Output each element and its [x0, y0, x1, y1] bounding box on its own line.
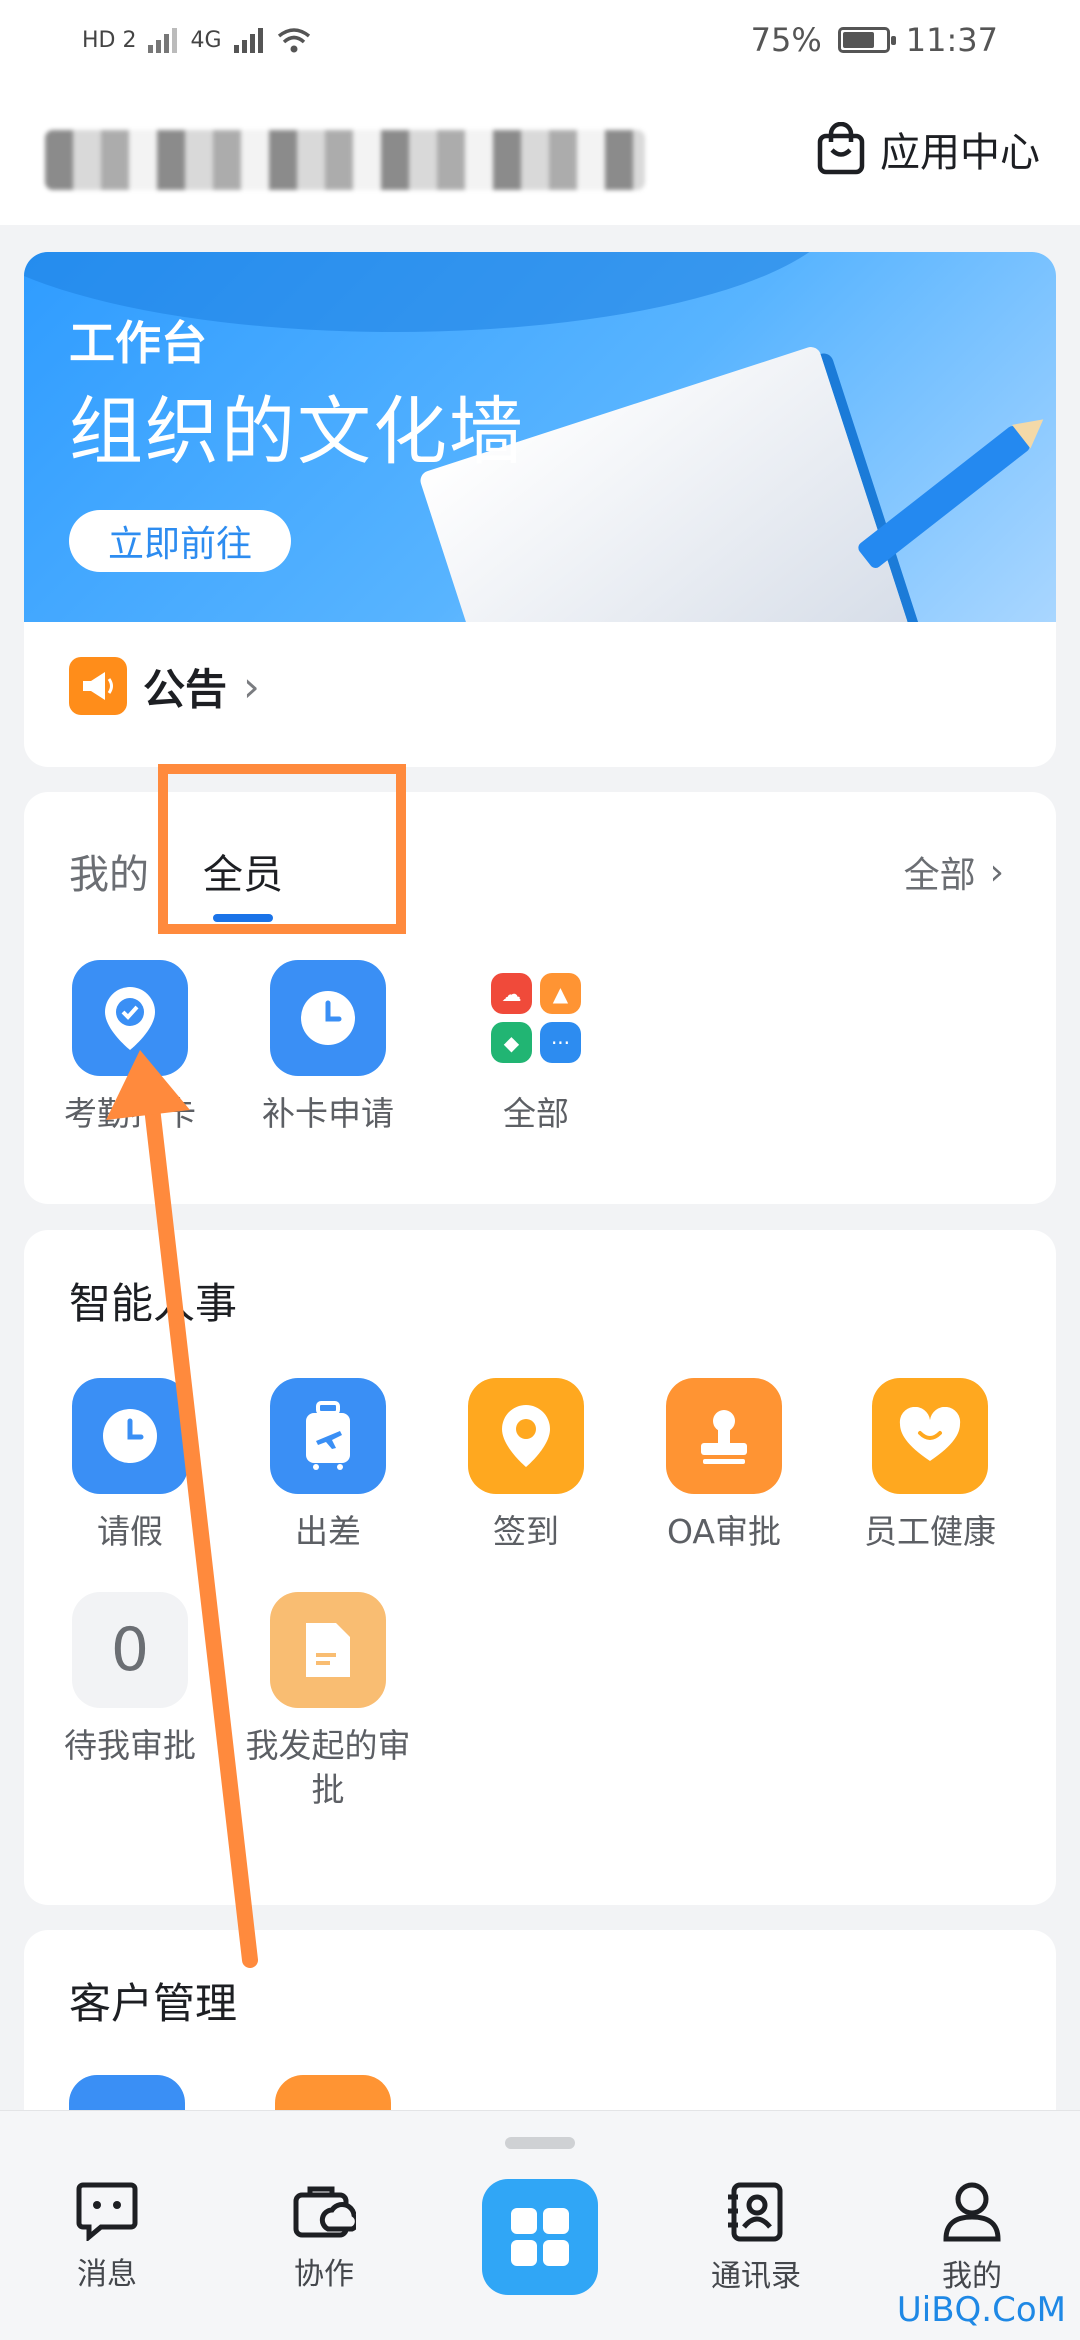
nav-label: 协作: [294, 2257, 354, 2292]
view-all-link[interactable]: 全部 ›: [904, 846, 1004, 898]
notice-label: 公告: [143, 664, 228, 714]
network-type: 4G: [190, 27, 222, 53]
banner-card: 工作台 组织的文化墙 立即前往 公告 ›: [24, 252, 1056, 767]
workbench-grid-icon: [511, 2208, 569, 2266]
chat-icon: [76, 2182, 138, 2241]
signal-icon: [148, 28, 178, 53]
banner-subtitle: 工作台: [69, 316, 207, 370]
nav-label: 通讯录: [711, 2259, 801, 2294]
nav-messages[interactable]: 消息: [27, 2181, 187, 2293]
culture-wall-banner[interactable]: 工作台 组织的文化墙 立即前往: [24, 252, 1056, 622]
org-name-blurred[interactable]: [45, 130, 645, 190]
section-title: 客户管理: [69, 1979, 238, 2028]
apps-grid-icon: ☁ ▲ ◆ ···: [478, 960, 594, 1076]
app-label: 员工健康: [864, 1512, 996, 1551]
app-label: 补卡申请: [262, 1094, 394, 1133]
app-center-button[interactable]: 应用中心: [816, 120, 1040, 178]
app-label: 请假: [97, 1512, 163, 1551]
tab-mine[interactable]: 我的: [69, 842, 149, 900]
stamp-icon: [666, 1378, 782, 1494]
shopping-bag-icon: [817, 122, 865, 175]
person-icon: [943, 2182, 1001, 2242]
app-employee-health[interactable]: 员工健康: [850, 1378, 1010, 1554]
app-pending-approval[interactable]: 0 待我审批: [50, 1592, 210, 1768]
battery-percent: 75%: [750, 21, 822, 59]
notice-row[interactable]: 公告 ›: [24, 622, 1056, 750]
nav-contacts[interactable]: 通讯录: [676, 2181, 836, 2295]
app-leave[interactable]: 请假: [50, 1378, 210, 1554]
app-oa-approval[interactable]: OA审批: [644, 1378, 804, 1554]
battery-icon: [837, 27, 896, 53]
count-icon: 0: [72, 1592, 188, 1708]
section-title: 智能人事: [69, 1279, 238, 1328]
pending-count: 0: [110, 1615, 150, 1685]
app-business-trip[interactable]: 出差: [248, 1378, 408, 1554]
app-label: 待我审批: [64, 1726, 196, 1765]
clock-time: 11:37: [905, 21, 998, 59]
chevron-right-icon: ›: [243, 661, 260, 711]
drag-handle[interactable]: [505, 2137, 575, 2149]
location-pin-icon: [468, 1378, 584, 1494]
nav-me[interactable]: 我的: [892, 2181, 1052, 2295]
app-label: 考勤打卡: [64, 1094, 196, 1133]
heart-icon: [872, 1378, 988, 1494]
status-right: 75% 11:37: [751, 21, 998, 59]
location-check-icon: [72, 960, 188, 1076]
nav-label: 消息: [77, 2257, 137, 2292]
highlight-box: [158, 764, 406, 934]
network-indicators: HD 2 4G: [82, 26, 312, 54]
app-label: OA审批: [667, 1512, 781, 1551]
app-label: 签到: [493, 1512, 559, 1551]
app-attendance[interactable]: 考勤打卡: [50, 960, 210, 1136]
banner-title: 组织的文化墙: [69, 389, 525, 475]
app-all[interactable]: ☁ ▲ ◆ ··· 全部: [456, 960, 616, 1136]
wifi-icon: [277, 28, 310, 53]
app-label: 我发起的审批: [245, 1726, 411, 1809]
signal-icon: [233, 28, 263, 53]
watermark: UiBQ.CoM: [896, 2290, 1066, 2330]
app-center-label: 应用中心: [880, 130, 1040, 176]
pencil-illustration: [855, 423, 1033, 571]
nav-collaboration[interactable]: 协作: [244, 2181, 404, 2293]
app-makeup-punch[interactable]: 补卡申请: [248, 960, 408, 1136]
smart-hr-card: 智能人事 请假 出差 签到 OA审批 员工健康 0 待我审批 我发起的审批: [24, 1230, 1056, 1905]
contacts-icon: [728, 2182, 783, 2242]
status-bar: HD 2 4G 75% 11:37: [0, 0, 1080, 80]
app-my-initiated-approval[interactable]: 我发起的审批: [246, 1592, 411, 1812]
clock-icon: [270, 960, 386, 1076]
nav-label: 我的: [942, 2259, 1002, 2294]
luggage-icon: [270, 1378, 386, 1494]
view-all-label: 全部: [903, 855, 976, 896]
megaphone-icon: [69, 657, 127, 715]
app-check-in[interactable]: 签到: [446, 1378, 606, 1554]
clock-icon: [72, 1378, 188, 1494]
document-icon: [270, 1592, 386, 1708]
hd-badge: HD 2: [82, 27, 137, 53]
app-header: 应用中心: [0, 80, 1080, 225]
app-label: 出差: [295, 1512, 361, 1551]
go-now-button[interactable]: 立即前往: [69, 510, 291, 572]
chevron-right-icon: ›: [989, 851, 1004, 893]
app-label: 全部: [503, 1094, 569, 1133]
nav-workbench[interactable]: [482, 2179, 598, 2295]
collab-icon: [293, 2186, 356, 2238]
